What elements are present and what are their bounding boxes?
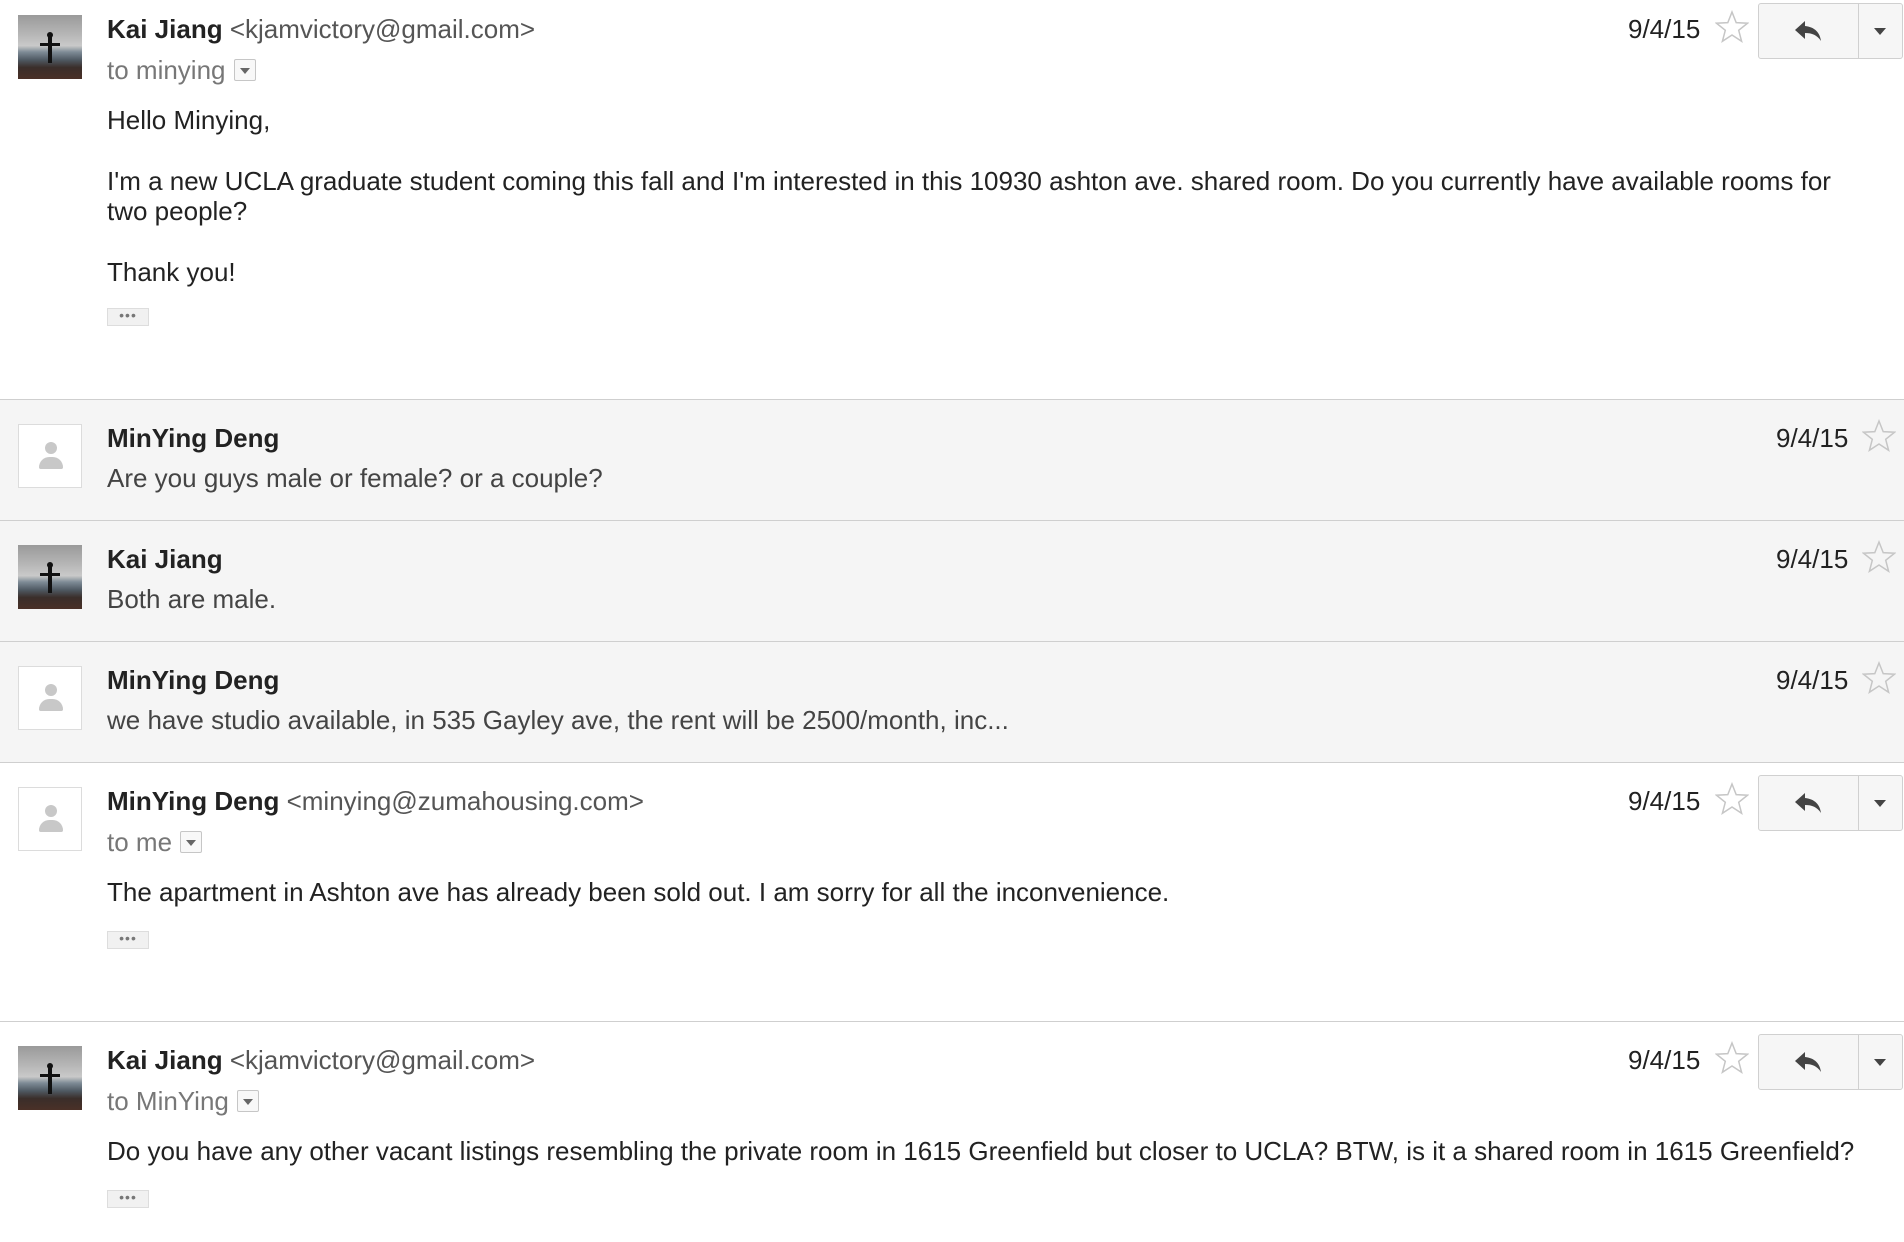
body-paragraph: Thank you!	[107, 257, 236, 287]
reply-icon	[1795, 1052, 1821, 1072]
sender-avatar[interactable]	[18, 787, 82, 851]
show-trimmed-content-button[interactable]: •••	[107, 308, 149, 326]
more-options-dropdown-icon[interactable]	[1859, 776, 1902, 830]
email-thread: Kai Jiang <kjamvictory@gmail.com> to min…	[0, 0, 1904, 1242]
sender-name[interactable]: MinYing Deng	[107, 665, 279, 695]
sender-line: MinYing Deng <minying@zumahousing.com>	[107, 786, 644, 816]
recipient-line: to me	[107, 827, 203, 857]
recipient-label: to MinYing	[107, 1086, 229, 1116]
sender-line: MinYing Deng	[107, 665, 279, 695]
message-body: The apartment in Ashton ave has already …	[107, 877, 1887, 907]
sender-avatar[interactable]	[18, 424, 82, 488]
recipient-label: to minying	[107, 55, 226, 85]
star-icon[interactable]	[1862, 661, 1896, 695]
avatar-figure-body	[48, 37, 52, 63]
message-snippet: we have studio available, in 535 Gayley …	[107, 705, 1009, 735]
message-body: Do you have any other vacant listings re…	[107, 1136, 1887, 1166]
reply-button-group	[1758, 1034, 1903, 1090]
message-date[interactable]: 9/4/15	[1628, 14, 1700, 44]
default-person-icon-head	[45, 684, 57, 696]
default-person-icon-body	[39, 457, 63, 469]
sender-name[interactable]: Kai Jiang	[107, 544, 223, 574]
sender-avatar[interactable]	[18, 545, 82, 609]
reply-button-group	[1758, 775, 1903, 831]
sender-line: Kai Jiang	[107, 544, 223, 574]
avatar-figure-body	[48, 1068, 52, 1094]
reply-icon	[1795, 793, 1821, 813]
sender-line: MinYing Deng	[107, 423, 279, 453]
message-date[interactable]: 9/4/15	[1776, 544, 1848, 574]
avatar-figure-arms	[40, 1074, 60, 1077]
default-person-icon-head	[45, 805, 57, 817]
default-person-icon-body	[39, 820, 63, 832]
body-paragraph: Hello Minying,	[107, 105, 271, 135]
reply-button-group	[1758, 3, 1903, 59]
star-icon[interactable]	[1715, 782, 1749, 816]
message-collapsed[interactable]: Kai Jiang Both are male. 9/4/15	[0, 520, 1904, 641]
message-expanded: Kai Jiang <kjamvictory@gmail.com> to Min…	[0, 1021, 1904, 1242]
more-options-dropdown-icon[interactable]	[1859, 1035, 1902, 1089]
message-date[interactable]: 9/4/15	[1628, 1045, 1700, 1075]
sender-name[interactable]: MinYing Deng	[107, 423, 279, 453]
reply-button[interactable]	[1759, 776, 1859, 830]
sender-avatar[interactable]	[18, 1046, 82, 1110]
reply-icon	[1795, 21, 1821, 41]
avatar-figure-body	[48, 567, 52, 593]
message-collapsed[interactable]: MinYing Deng Are you guys male or female…	[0, 399, 1904, 520]
default-person-icon-body	[39, 699, 63, 711]
sender-name[interactable]: MinYing Deng	[107, 786, 279, 816]
sender-name[interactable]: Kai Jiang	[107, 1045, 223, 1075]
show-trimmed-content-button[interactable]: •••	[107, 1190, 149, 1208]
body-paragraph: Do you have any other vacant listings re…	[107, 1136, 1855, 1166]
message-date[interactable]: 9/4/15	[1628, 786, 1700, 816]
recipient-details-dropdown-icon[interactable]	[236, 1090, 259, 1113]
message-date[interactable]: 9/4/15	[1776, 423, 1848, 453]
avatar-figure-arms	[40, 573, 60, 576]
sender-email: <minying@zumahousing.com>	[286, 786, 644, 816]
body-paragraph: The apartment in Ashton ave has already …	[107, 877, 1170, 907]
default-person-icon-head	[45, 442, 57, 454]
reply-button[interactable]	[1759, 1035, 1859, 1089]
star-icon[interactable]	[1862, 419, 1896, 453]
more-options-dropdown-icon[interactable]	[1859, 4, 1902, 58]
message-date[interactable]: 9/4/15	[1776, 665, 1848, 695]
message-body: Hello Minying, I'm a new UCLA graduate s…	[107, 105, 1887, 287]
recipient-details-dropdown-icon[interactable]	[233, 59, 256, 82]
body-paragraph: I'm a new UCLA graduate student coming t…	[107, 166, 1831, 226]
sender-avatar[interactable]	[18, 15, 82, 79]
recipient-line: to minying	[107, 55, 256, 85]
message-expanded: MinYing Deng <minying@zumahousing.com> t…	[0, 762, 1904, 1021]
message-snippet: Both are male.	[107, 584, 277, 614]
star-icon[interactable]	[1862, 540, 1896, 574]
avatar-figure-arms	[40, 43, 60, 46]
recipient-details-dropdown-icon[interactable]	[180, 831, 203, 854]
star-icon[interactable]	[1715, 1041, 1749, 1075]
sender-line: Kai Jiang <kjamvictory@gmail.com>	[107, 1045, 535, 1075]
show-trimmed-content-button[interactable]: •••	[107, 931, 149, 949]
sender-name[interactable]: Kai Jiang	[107, 14, 223, 44]
sender-line: Kai Jiang <kjamvictory@gmail.com>	[107, 14, 535, 44]
message-collapsed[interactable]: MinYing Deng we have studio available, i…	[0, 641, 1904, 762]
recipient-line: to MinYing	[107, 1086, 259, 1116]
star-icon[interactable]	[1715, 10, 1749, 44]
message-expanded: Kai Jiang <kjamvictory@gmail.com> to min…	[0, 0, 1904, 399]
sender-email: <kjamvictory@gmail.com>	[229, 1045, 536, 1075]
reply-button[interactable]	[1759, 4, 1859, 58]
message-snippet: Are you guys male or female? or a couple…	[107, 463, 603, 493]
sender-email: <kjamvictory@gmail.com>	[229, 14, 536, 44]
recipient-label: to me	[107, 827, 173, 857]
sender-avatar[interactable]	[18, 666, 82, 730]
